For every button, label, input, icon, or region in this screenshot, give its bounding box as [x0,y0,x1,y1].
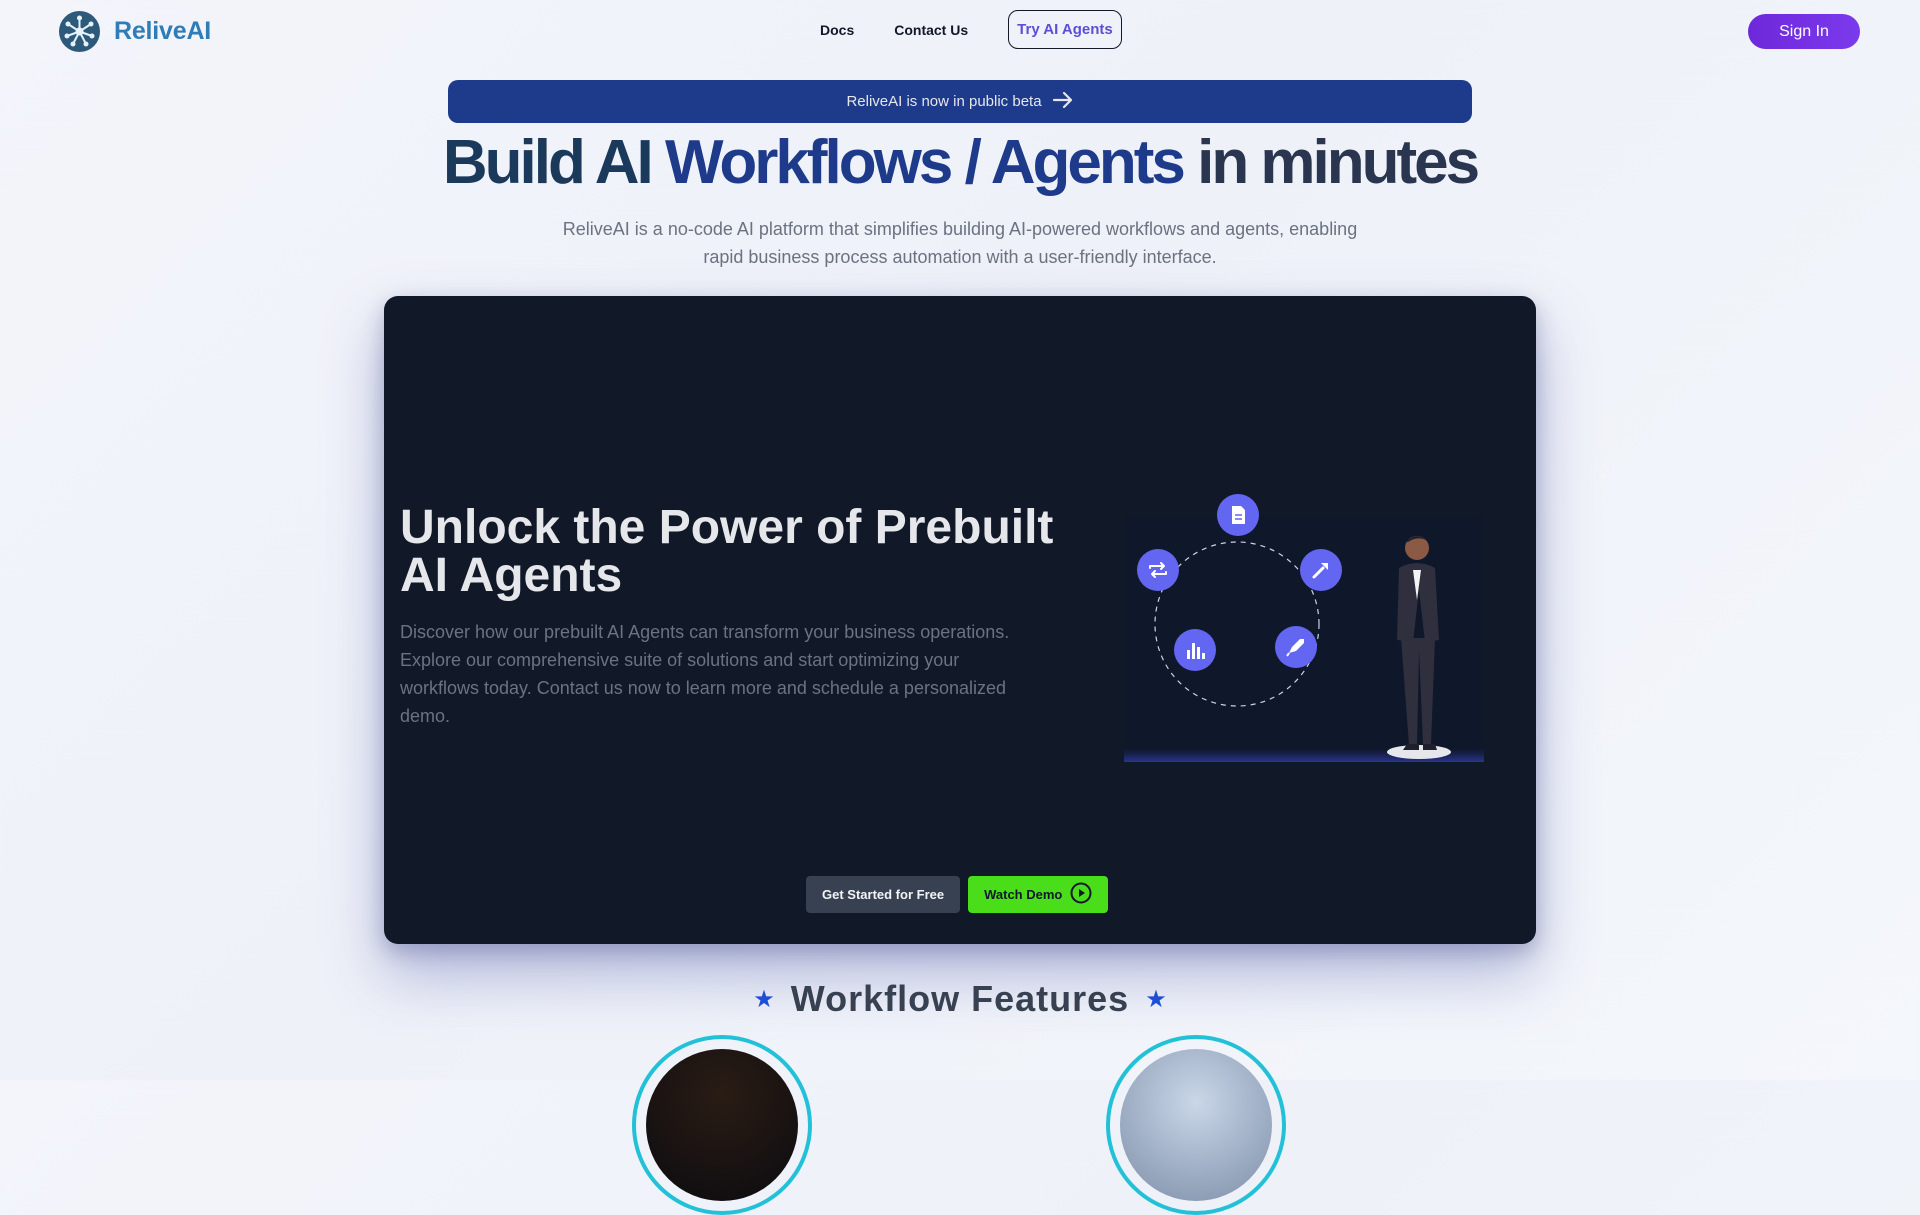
watch-demo-button[interactable]: Watch Demo [968,876,1109,913]
watch-demo-label: Watch Demo [984,887,1063,902]
arrow-right-icon [1052,91,1074,113]
brand-logo-icon [59,11,100,52]
document-icon [1217,494,1259,541]
nav-link-docs[interactable]: Docs [820,22,854,38]
announcement-banner[interactable]: ReliveAI is now in public beta [448,80,1472,123]
prebuilt-agents-card: Unlock the Power of Prebuilt AI Agents D… [384,296,1536,944]
hero-title-part3: in minutes [1197,128,1480,197]
top-navigation: ReliveAI Docs Contact Us Try AI Agents S… [0,0,1920,64]
try-ai-agents-button[interactable]: Try AI Agents [1008,10,1122,49]
agents-illustration [1124,476,1484,776]
features-title: Workflow Features [790,978,1130,1019]
hero-title-part2: Workflows / Agents [665,128,1186,197]
card-actions: Get Started for Free Watch Demo [806,876,1109,913]
banner-text: ReliveAI is now in public beta [846,93,1042,110]
hero-title: Build AI Workflows / Agents in minutes [0,122,1920,204]
repeat-icon [1137,549,1179,596]
star-icon: ★ [1145,985,1167,1013]
get-started-button[interactable]: Get Started for Free [806,876,961,913]
build-icon [1300,549,1342,596]
bar-chart-icon [1174,629,1216,676]
star-icon: ★ [753,985,775,1013]
hero-title-part1: Build AI [442,128,654,197]
feature-thumbnail[interactable] [632,1035,812,1215]
play-icon [1070,882,1092,907]
brand-logo[interactable]: ReliveAI [59,11,211,52]
person-illustration [1379,530,1459,765]
nav-link-contact[interactable]: Contact Us [894,22,968,38]
workflow-features-heading: ★ Workflow Features ★ [0,978,1920,1020]
sign-in-button[interactable]: Sign In [1748,14,1860,49]
card-description: Discover how our prebuilt AI Agents can … [400,622,1010,726]
nav-links: Docs Contact Us Try AI Agents [820,10,1122,49]
feature-thumbnail[interactable] [1106,1035,1286,1215]
hero-subtitle: ReliveAI is a no-code AI platform that s… [562,219,1358,267]
card-title: Unlock the Power of Prebuilt AI Agents [400,501,1054,602]
rocket-icon [1275,626,1317,673]
brand-name: ReliveAI [114,17,212,45]
